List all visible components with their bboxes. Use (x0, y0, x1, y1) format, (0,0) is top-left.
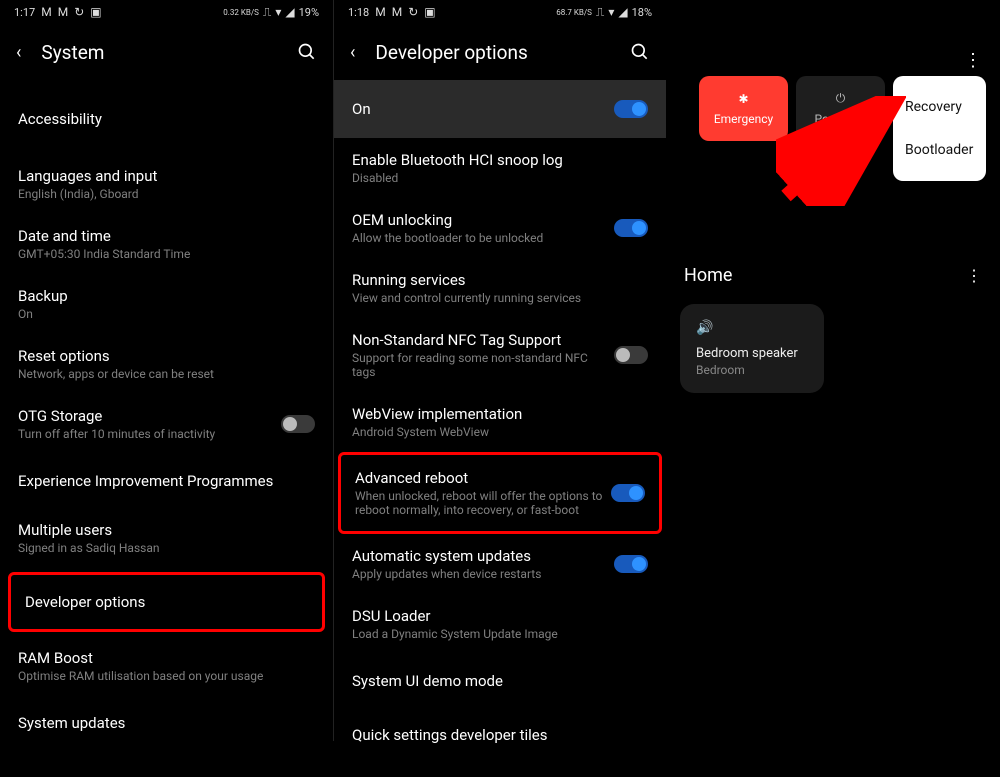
row-reset[interactable]: Reset options Network, apps or device ca… (0, 334, 333, 394)
row-accessibility[interactable]: Accessibility (0, 80, 333, 154)
sync-icon: ↻ (408, 5, 418, 19)
status-bar: 1:17 M M ↻ ▣ 0.32 KB/S ⎍ ▾ ◢ 19% (0, 0, 333, 24)
developer-master-switch[interactable]: On (334, 80, 666, 138)
home-section: Home ⋮ (666, 265, 1000, 286)
page-title: Developer options (375, 41, 610, 64)
status-time: 1:17 (14, 6, 35, 19)
gmail-icon: M (41, 5, 51, 19)
row-developer-options[interactable]: Developer options (8, 572, 325, 632)
row-multiple-users[interactable]: Multiple users Signed in as Sadiq Hassan (0, 508, 333, 568)
lte-icon: ⎍ (263, 5, 271, 20)
device-location: Bedroom (696, 363, 808, 377)
row-languages[interactable]: Languages and input English (India), Gbo… (0, 154, 333, 214)
emergency-button[interactable]: ✱ Emergency (699, 76, 788, 141)
advanced-reboot-switch[interactable] (611, 484, 645, 502)
row-running-services[interactable]: Running services View and control curren… (334, 258, 666, 318)
emergency-icon: ✱ (738, 92, 748, 106)
row-auto-updates[interactable]: Automatic system updates Apply updates w… (334, 534, 666, 594)
reboot-menu: Recovery Bootloader (893, 76, 986, 181)
developer-switch[interactable] (614, 100, 648, 118)
search-icon[interactable] (297, 42, 317, 62)
more-icon[interactable]: ⋮ (966, 266, 982, 285)
status-net: 68.7 KB/S (556, 8, 592, 17)
speaker-icon: 🔊 (696, 320, 808, 336)
row-experience[interactable]: Experience Improvement Programmes (0, 454, 333, 508)
image-icon: ▣ (424, 5, 435, 19)
row-otg-storage[interactable]: OTG Storage Turn off after 10 minutes of… (0, 394, 333, 454)
search-icon[interactable] (630, 42, 650, 62)
header: ‹ System (0, 24, 333, 80)
row-nfc-support[interactable]: Non-Standard NFC Tag Support Support for… (334, 318, 666, 392)
row-oem-unlock[interactable]: OEM unlocking Allow the bootloader to be… (334, 198, 666, 258)
header: ‹ Developer options (334, 24, 666, 80)
row-system-updates[interactable]: System updates (0, 696, 333, 745)
system-settings-panel: 1:17 M M ↻ ▣ 0.32 KB/S ⎍ ▾ ◢ 19% ‹ Syste… (0, 0, 333, 741)
signal-icon: ◢ (618, 5, 627, 19)
gmail-icon: M (58, 5, 68, 19)
otg-switch[interactable] (281, 415, 315, 433)
reboot-recovery[interactable]: Recovery (893, 95, 986, 119)
page-title: System (41, 41, 277, 64)
gmail-icon: M (392, 5, 402, 19)
device-name: Bedroom speaker (696, 346, 808, 361)
power-off-button[interactable]: ⏻ Power off (796, 76, 885, 141)
image-icon: ▣ (90, 5, 101, 19)
sync-icon: ↻ (74, 5, 84, 19)
lte-icon: ⎍ (596, 5, 604, 20)
status-bar: 1:18 M M ↻ ▣ 68.7 KB/S ⎍ ▾ ◢ 18% (334, 0, 666, 24)
reboot-bootloader[interactable]: Bootloader (893, 138, 986, 162)
row-hci-snoop[interactable]: Enable Bluetooth HCI snoop log Disabled (334, 138, 666, 198)
home-title: Home (684, 265, 966, 286)
row-dsu-loader[interactable]: DSU Loader Load a Dynamic System Update … (334, 594, 666, 654)
row-sysui-demo[interactable]: System UI demo mode (334, 654, 666, 708)
oem-switch[interactable] (614, 219, 648, 237)
back-icon[interactable]: ‹ (16, 42, 21, 63)
gmail-icon: M (375, 5, 385, 19)
more-icon[interactable]: ⋮ (964, 50, 982, 71)
settings-list: Accessibility Languages and input Englis… (0, 80, 333, 765)
power-icon: ⏻ (836, 91, 846, 106)
row-advanced-reboot[interactable]: Advanced reboot When unlocked, reboot wi… (338, 452, 662, 534)
back-icon[interactable]: ‹ (350, 42, 355, 63)
device-card[interactable]: 🔊 Bedroom speaker Bedroom (680, 304, 824, 393)
signal-icon: ◢ (285, 5, 294, 19)
row-ram-boost[interactable]: RAM Boost Optimise RAM utilisation based… (0, 636, 333, 696)
dev-list: Enable Bluetooth HCI snoop log Disabled … (334, 138, 666, 777)
row-webview[interactable]: WebView implementation Android System We… (334, 392, 666, 452)
row-backup[interactable]: Backup On (0, 274, 333, 334)
row-qs-tiles[interactable]: Quick settings developer tiles (334, 708, 666, 757)
status-time: 1:18 (348, 6, 369, 19)
power-menu-panel: ⋮ ✱ Emergency ⏻ Power off Recovery Bootl… (666, 0, 1000, 741)
status-net: 0.32 KB/S (223, 8, 259, 17)
status-battery: 18% (632, 6, 652, 19)
developer-options-panel: 1:18 M M ↻ ▣ 68.7 KB/S ⎍ ▾ ◢ 18% ‹ Devel… (333, 0, 666, 741)
power-menu-row: ✱ Emergency ⏻ Power off Recovery Bootloa… (666, 76, 986, 181)
wifi-icon: ▾ (275, 5, 281, 19)
autoupdate-switch[interactable] (614, 555, 648, 573)
status-battery: 19% (299, 6, 319, 19)
wifi-icon: ▾ (608, 5, 614, 19)
nfc-switch[interactable] (614, 346, 648, 364)
row-date-time[interactable]: Date and time GMT+05:30 India Standard T… (0, 214, 333, 274)
